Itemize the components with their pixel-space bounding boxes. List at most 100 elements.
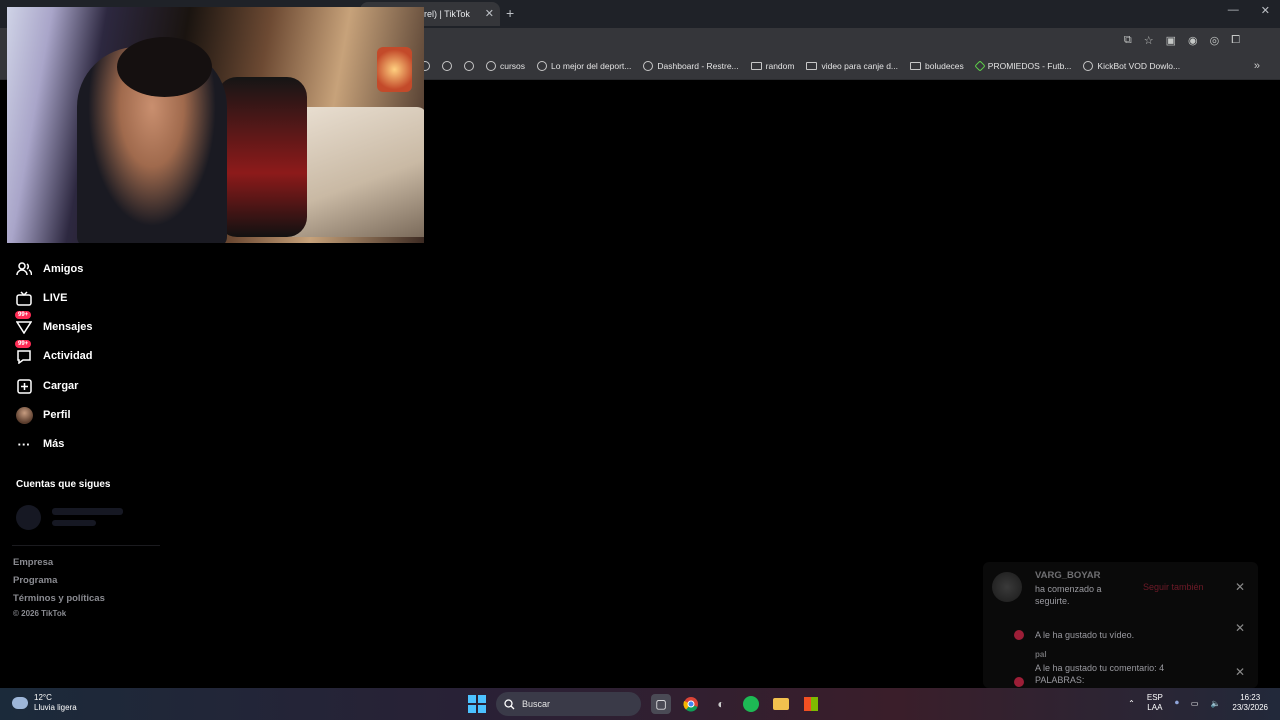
microphone-icon[interactable]: ⏺	[1175, 698, 1179, 708]
sidebar-item-amigos[interactable]: Amigos	[14, 257, 83, 281]
close-icon[interactable]: ✕	[1235, 580, 1245, 594]
bookmark-promiedos[interactable]: PROMIEDOS - Futb...	[974, 60, 1071, 72]
sidebar-item-label: Amigos	[43, 263, 84, 275]
avatar	[14, 405, 34, 425]
extension-icon[interactable]: ◉	[1188, 34, 1198, 47]
tab-title: rel) | TikTok	[424, 9, 470, 19]
sidebar-item-perfil[interactable]: Perfil	[14, 403, 71, 427]
globe-icon	[1083, 61, 1094, 71]
search-placeholder: Buscar	[522, 699, 551, 709]
task-view-icon[interactable]: ▢	[651, 694, 671, 714]
close-window-button[interactable]: ✕	[1261, 4, 1270, 17]
upload-icon	[14, 376, 34, 396]
sidebar-item-label: LIVE	[43, 292, 68, 304]
footer-link-terminos[interactable]: Términos y políticas	[13, 593, 105, 604]
webcam-background	[217, 77, 307, 237]
footer-link-empresa[interactable]: Empresa	[13, 557, 53, 568]
taskbar-search[interactable]: Buscar	[496, 692, 641, 716]
notifications-panel: VARG_BOYAR ha comenzado a seguirte. Segu…	[983, 562, 1258, 688]
notification-text: ha comenzado a seguirte.	[1035, 584, 1102, 606]
weather-description: Lluvia ligera	[34, 703, 77, 712]
spotify-icon[interactable]	[741, 694, 761, 714]
following-section-title: Cuentas que sigues	[16, 479, 111, 490]
minimize-button[interactable]: —	[1228, 4, 1239, 17]
translate-icon[interactable]: ▣	[1166, 34, 1176, 47]
toolbar-icons: ⧉ ☆ ▣ ◉ ◎ ⧠	[1124, 34, 1240, 47]
folder-icon	[806, 62, 818, 70]
sidebar-item-label: Mensajes	[43, 321, 93, 333]
notification-badge: 99+	[15, 311, 32, 319]
install-app-icon[interactable]: ⧉	[1124, 34, 1132, 47]
copyright: © 2026 TikTok	[13, 609, 67, 618]
chevron-up-icon[interactable]: ⌃	[1128, 699, 1135, 708]
language-indicator[interactable]: ESP LAA	[1147, 693, 1163, 713]
globe-icon	[442, 61, 452, 71]
weather-widget[interactable]: 12°C Lluvia ligera	[12, 693, 77, 713]
bookmark-folder-random[interactable]: random	[750, 61, 794, 71]
heart-icon	[1014, 630, 1024, 640]
sidebar-item-mas[interactable]: ··· Más	[14, 432, 65, 456]
extensions-puzzle-icon[interactable]: ⧠	[1231, 34, 1240, 47]
loading-skeleton	[52, 520, 96, 526]
folder-icon	[750, 62, 762, 70]
taskbar: 12°C Lluvia ligera Buscar ▢ ◐ ⌃ ESP LAA …	[0, 688, 1280, 720]
friends-icon	[14, 259, 34, 279]
search-icon	[504, 698, 515, 709]
follow-back-button[interactable]: Seguir también	[1143, 582, 1204, 592]
window-controls: — ✕	[1228, 4, 1270, 17]
clock[interactable]: 16:23 23/3/2026	[1232, 693, 1268, 713]
bookmark-deportes[interactable]: Lo mejor del deport...	[537, 61, 631, 71]
globe-icon	[537, 61, 548, 71]
bookmark-star-icon[interactable]: ☆	[1144, 34, 1154, 47]
messages-icon: 99+	[14, 311, 34, 337]
globe-icon	[486, 61, 496, 71]
sidebar-item-label: Perfil	[43, 409, 71, 421]
live-icon	[14, 288, 34, 308]
promiedos-icon	[974, 60, 986, 72]
bookmark-folder-video[interactable]: video para canje d...	[806, 61, 898, 71]
loading-skeleton	[52, 508, 123, 515]
footer-link-programa[interactable]: Programa	[13, 575, 57, 586]
globe-icon	[643, 61, 654, 71]
sidebar-item-cargar[interactable]: Cargar	[14, 374, 78, 398]
heart-icon	[1014, 677, 1024, 687]
tab-close-icon[interactable]: ✕	[485, 7, 494, 20]
bookmark-cursos[interactable]: cursos	[486, 61, 525, 71]
avatar	[992, 572, 1022, 602]
folder-icon	[910, 62, 922, 70]
close-icon[interactable]: ✕	[1235, 665, 1245, 679]
notification-user: pal	[1035, 650, 1047, 659]
bookmark-kickbot[interactable]: KickBot VOD Dowlo...	[1083, 61, 1180, 71]
volume-icon[interactable]: 🔈	[1210, 699, 1220, 708]
webcam-person	[117, 37, 212, 97]
bookmarks-overflow-icon[interactable]: »	[1254, 60, 1260, 72]
file-explorer-icon[interactable]	[771, 694, 791, 714]
webcam-background	[377, 47, 412, 92]
more-icon: ···	[17, 436, 31, 452]
sidebar-item-mensajes[interactable]: 99+ Mensajes	[14, 311, 93, 339]
sidebar-item-actividad[interactable]: 99+ Actividad	[14, 340, 93, 368]
loading-skeleton	[16, 505, 41, 530]
bookmark-folder-boludeces[interactable]: boludeces	[910, 61, 964, 71]
bookmark-item[interactable]	[442, 61, 452, 71]
bookmark-item[interactable]	[464, 61, 474, 71]
sidebar-item-label: Actividad	[43, 350, 93, 362]
store-icon[interactable]	[801, 694, 821, 714]
notification-user: VARG_BOYAR	[1035, 570, 1101, 581]
webcam-overlay	[7, 7, 424, 243]
new-tab-button[interactable]: +	[506, 5, 514, 21]
obs-icon[interactable]: ◐	[711, 694, 731, 714]
network-icon[interactable]: ▭	[1191, 699, 1199, 708]
windows-start-icon[interactable]	[468, 695, 486, 713]
weather-temperature: 12°C	[34, 693, 52, 702]
close-icon[interactable]: ✕	[1235, 621, 1245, 635]
sidebar-item-label: Cargar	[43, 380, 79, 392]
chrome-icon[interactable]	[681, 694, 701, 714]
bookmark-dashboard[interactable]: Dashboard - Restre...	[643, 61, 739, 71]
notification-badge: 99+	[15, 340, 32, 348]
cloud-rain-icon	[12, 697, 28, 709]
globe-icon	[464, 61, 474, 71]
extension-icon[interactable]: ◎	[1210, 34, 1220, 47]
sidebar-item-live[interactable]: LIVE	[14, 286, 67, 310]
activity-icon: 99+	[14, 340, 34, 366]
